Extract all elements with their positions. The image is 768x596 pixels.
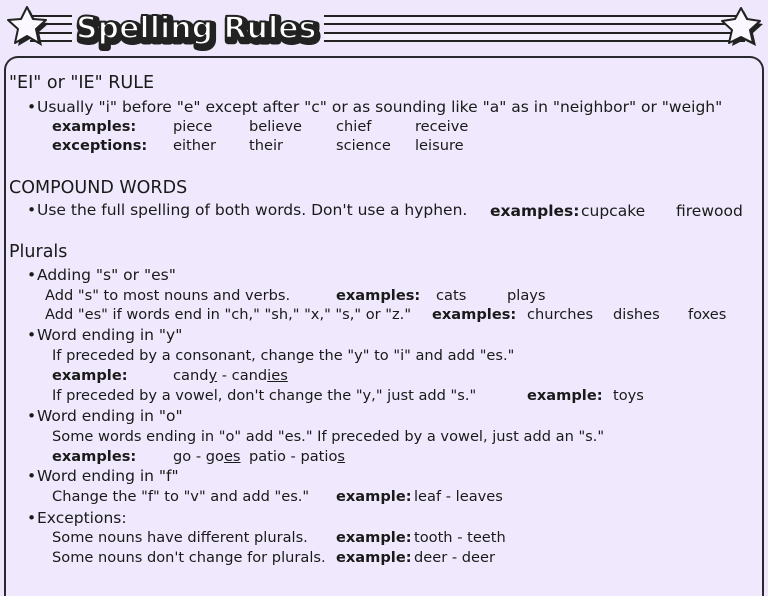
example-label: example: [336, 488, 412, 505]
compound-rule: •Use the full spelling of both words. Do… [27, 201, 467, 219]
subheading-text: Exceptions: [37, 509, 127, 527]
section-heading-plurals: Plurals [9, 242, 68, 262]
examples-label: examples: [52, 448, 137, 465]
subheading-ending-f: •Word ending in "f" [27, 467, 179, 485]
subheading-text: Adding "s" or "es" [37, 266, 176, 284]
rule-text: Change the "f" to "v" and add "es." [52, 488, 310, 505]
example-part: go - go [173, 448, 224, 465]
exception-word: leisure [415, 137, 464, 154]
example-word: go - goes [173, 448, 241, 466]
example-word: dishes [613, 306, 660, 323]
example-word: cupcake [581, 202, 646, 220]
example-word: piece [173, 118, 213, 135]
bullet-icon: • [27, 509, 37, 527]
subheading-adding: •Adding "s" or "es" [27, 266, 176, 284]
example-word: tooth - teeth [414, 529, 506, 546]
examples-label: examples: [336, 287, 421, 304]
subheading-text: Word ending in "y" [37, 326, 183, 344]
subheading-ending-o: •Word ending in "o" [27, 407, 183, 425]
rule-text: Some words ending in "o" add "es." If pr… [52, 428, 605, 445]
section-heading-ei-ie: "EI" or "IE" RULE [9, 73, 154, 93]
example-word: chief [336, 118, 372, 135]
example-label: example: [336, 549, 412, 566]
bullet-icon: • [27, 266, 37, 284]
exception-word: science [336, 137, 391, 154]
example-label: example: [52, 367, 128, 384]
exception-word: either [173, 137, 216, 154]
example-word: firewood [676, 202, 743, 220]
bullet-icon: • [27, 407, 37, 425]
example-word: receive [415, 118, 469, 135]
example-word: deer - deer [414, 549, 495, 566]
subheading-text: Word ending in "f" [37, 467, 179, 485]
header-banner: Spelling Rules Spelling Rules [7, 6, 763, 53]
example-label: example: [527, 387, 603, 404]
bullet-icon: • [27, 98, 37, 116]
example-part-underlined: y [208, 367, 218, 384]
example-part-underlined: s [337, 448, 345, 465]
example-word: candy - candies [173, 367, 288, 385]
example-part: patio - patio [249, 448, 338, 465]
example-word: foxes [688, 306, 727, 323]
example-part-underlined: es [223, 448, 241, 465]
ei-ie-rule: •Usually "i" before "e" except after "c"… [27, 98, 722, 116]
example-word: believe [249, 118, 302, 135]
bullet-icon: • [27, 326, 37, 344]
examples-label: examples: [52, 118, 137, 135]
rule-text: Some nouns don't change for plurals. [52, 549, 326, 566]
subheading-text: Word ending in "o" [37, 407, 183, 425]
rule-text: Usually "i" before "e" except after "c" … [37, 98, 723, 116]
exceptions-label: exceptions: [52, 137, 148, 154]
rule-text: If preceded by a consonant, change the "… [52, 347, 515, 364]
rule-text: Add "es" if words end in "ch," "sh," "x,… [45, 306, 412, 323]
example-part-underlined: ies [267, 367, 288, 384]
example-part: - cand [217, 367, 268, 384]
example-part: cand [173, 367, 209, 384]
section-heading-compound: COMPOUND WORDS [9, 178, 188, 198]
subheading-ending-y: •Word ending in "y" [27, 326, 182, 344]
example-word: toys [613, 387, 644, 404]
examples-label: examples: [490, 202, 580, 220]
example-word: leaf - leaves [414, 488, 503, 505]
page-header: Spelling Rules Spelling Rules [0, 0, 768, 56]
exception-word: their [249, 137, 284, 154]
examples-label: examples: [432, 306, 517, 323]
example-label: example: [336, 529, 412, 546]
page-title: Spelling Rules [76, 11, 317, 46]
rule-text: Some nouns have different plurals. [52, 529, 308, 546]
rule-text: Use the full spelling of both words. Don… [37, 201, 468, 219]
example-word: patio - patios [249, 448, 345, 466]
rule-text: If preceded by a vowel, don't change the… [52, 387, 477, 404]
example-word: plays [507, 287, 546, 304]
bullet-icon: • [27, 467, 37, 485]
example-word: churches [527, 306, 594, 323]
rule-text: Add "s" to most nouns and verbs. [45, 287, 291, 304]
example-word: cats [436, 287, 467, 304]
bullet-icon: • [27, 201, 37, 219]
subheading-exceptions: •Exceptions: [27, 509, 127, 527]
